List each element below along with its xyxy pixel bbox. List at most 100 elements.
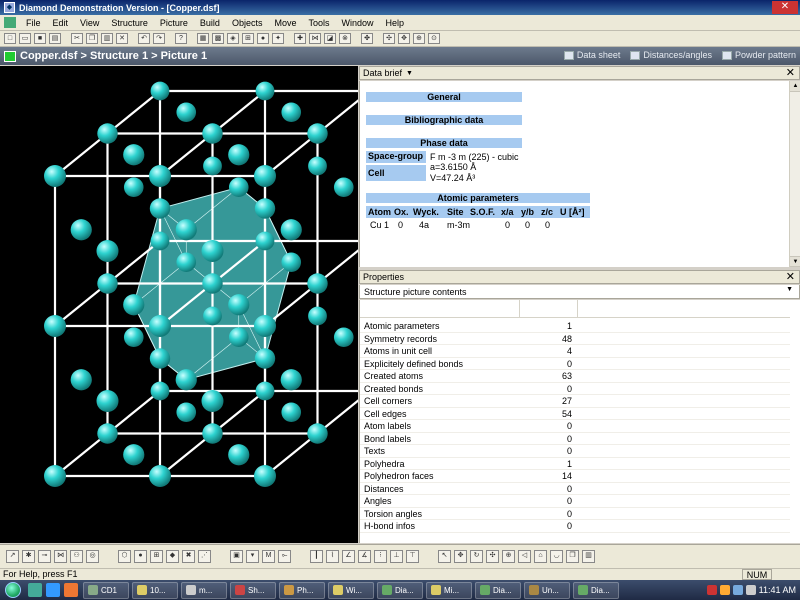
connect-icon[interactable]: ⋈ [309, 33, 321, 44]
property-row[interactable]: Atoms in unit cell 4 [360, 345, 790, 358]
cu-atom[interactable] [202, 123, 223, 144]
cu-atom[interactable] [149, 315, 171, 337]
cu-atom[interactable] [149, 465, 171, 487]
atoms-icon[interactable]: ● [257, 33, 269, 44]
menu-file[interactable]: File [20, 18, 47, 28]
molecule-tool-icon[interactable]: M [262, 550, 275, 563]
cu-atom[interactable] [150, 81, 170, 101]
property-row[interactable]: Angles 0 [360, 495, 790, 508]
menu-structure[interactable]: Structure [105, 18, 154, 28]
cu-atom[interactable] [202, 273, 223, 294]
cu-atom[interactable] [308, 156, 327, 176]
cell-options-icon[interactable]: ▾ [246, 550, 259, 563]
home-view-icon[interactable]: ⌂ [534, 550, 547, 563]
taskbar-task[interactable]: m... [181, 581, 227, 599]
rotate-view-icon[interactable]: ↻ [470, 550, 483, 563]
perspective-icon[interactable]: ◁ [518, 550, 531, 563]
menu-window[interactable]: Window [335, 18, 379, 28]
taskbar-task[interactable]: Wi... [328, 581, 374, 599]
cu-atom[interactable] [149, 348, 171, 369]
redo-icon[interactable]: ↷ [153, 33, 165, 44]
quicklaunch-browser-icon[interactable] [46, 583, 60, 597]
cu-atom[interactable] [97, 273, 118, 294]
menu-help[interactable]: Help [380, 18, 411, 28]
add-atom-icon[interactable]: ✚ [294, 33, 306, 44]
diamond-tool-icon[interactable]: ◆ [166, 550, 179, 563]
crystal-structure-drawing[interactable] [0, 66, 358, 543]
label-icon[interactable]: ⊤ [406, 550, 419, 563]
cu-atom[interactable] [254, 198, 276, 219]
cu-atom[interactable] [149, 198, 171, 219]
wand-icon[interactable]: ✦ [272, 33, 284, 44]
property-row[interactable]: Texts 0 [360, 445, 790, 458]
cu-atom[interactable] [307, 273, 328, 294]
property-row[interactable]: H-bond infos 0 [360, 520, 790, 533]
remove-icon[interactable]: ⊗ [339, 33, 351, 44]
copy-view-icon[interactable]: ❐ [566, 550, 579, 563]
new-file-icon[interactable]: □ [4, 33, 16, 44]
tab-distances-angles[interactable]: Distances/angles [630, 50, 712, 60]
cu-atom[interactable] [123, 444, 145, 466]
cu-atom[interactable] [281, 402, 302, 423]
cu-atom[interactable] [255, 231, 275, 251]
taskbar-task[interactable]: Sh... [230, 581, 276, 599]
cu-atom[interactable] [70, 219, 92, 241]
bond-tool-icon[interactable]: ⊸ [38, 550, 51, 563]
property-row[interactable]: Atomic parameters 1 [360, 320, 790, 333]
cu-atom[interactable] [228, 144, 250, 166]
taskbar-task[interactable]: Mi... [426, 581, 472, 599]
rotate-icon[interactable]: ✥ [398, 33, 410, 44]
bond-length-icon[interactable]: ⟜ [278, 550, 291, 563]
taskbar-task[interactable]: Dia... [475, 581, 521, 599]
cu-atom[interactable] [201, 240, 224, 262]
cut-icon[interactable]: ✂ [71, 33, 83, 44]
cu-atom[interactable] [97, 423, 118, 444]
measure-icon[interactable]: ⊥ [390, 550, 403, 563]
property-row[interactable]: Cell edges 54 [360, 408, 790, 420]
copy-icon[interactable]: ❐ [86, 33, 98, 44]
property-row[interactable]: Distances 0 [360, 483, 790, 495]
cu-atom[interactable] [280, 219, 302, 241]
hbond-icon[interactable]: ⁝ [374, 550, 387, 563]
sphere-tool-icon[interactable]: ● [134, 550, 147, 563]
menu-objects[interactable]: Objects [226, 18, 269, 28]
center-icon[interactable]: ⊙ [428, 33, 440, 44]
start-button[interactable] [0, 580, 26, 600]
tray-network-icon[interactable] [732, 585, 743, 595]
angle-icon[interactable]: ∠ [342, 550, 355, 563]
save-icon[interactable]: ■ [34, 33, 46, 44]
tray-security-icon[interactable] [706, 585, 717, 595]
data-brief-close-icon[interactable]: ✕ [786, 67, 795, 79]
cu-atom[interactable] [255, 81, 275, 101]
paste-icon[interactable]: ▥ [101, 33, 113, 44]
cu-atom[interactable] [44, 165, 66, 187]
cu-atom[interactable] [203, 156, 222, 176]
cu-atom[interactable] [281, 252, 302, 273]
tray-warning-icon[interactable] [719, 585, 730, 595]
menu-edit[interactable]: Edit [47, 18, 75, 28]
property-row[interactable]: Explicitely defined bonds 0 [360, 358, 790, 370]
arrow-cursor-icon[interactable]: ↖ [438, 550, 451, 563]
cu-atom[interactable] [203, 306, 222, 326]
table-icon[interactable]: ▩ [212, 33, 224, 44]
data-brief-dropdown-icon[interactable]: ▼ [406, 70, 413, 77]
cu-atom[interactable] [175, 219, 197, 241]
cu-atom[interactable] [97, 123, 118, 144]
quicklaunch-firefox-icon[interactable] [64, 583, 78, 597]
cu-atom[interactable] [202, 423, 223, 444]
help-cursor-icon[interactable]: ? [175, 33, 187, 44]
butterfly-icon[interactable]: ✤ [361, 33, 373, 44]
polyhedron-tool-icon[interactable]: ◎ [86, 550, 99, 563]
scroll-down-icon[interactable]: ▼ [790, 256, 800, 267]
cu-atom[interactable] [149, 165, 171, 187]
paste-view-icon[interactable]: ▥ [582, 550, 595, 563]
property-row[interactable]: Polyhedra 1 [360, 458, 790, 470]
split-tool-icon[interactable]: ⚇ [70, 550, 83, 563]
delete-icon[interactable]: ✕ [116, 33, 128, 44]
cu-atom[interactable] [176, 102, 197, 123]
undo-icon[interactable]: ↶ [138, 33, 150, 44]
property-row[interactable]: Symmetry records 48 [360, 333, 790, 345]
cu-atom[interactable] [228, 177, 249, 198]
translate-view-icon[interactable]: ✣ [486, 550, 499, 563]
property-row[interactable]: Torsion angles 0 [360, 508, 790, 520]
